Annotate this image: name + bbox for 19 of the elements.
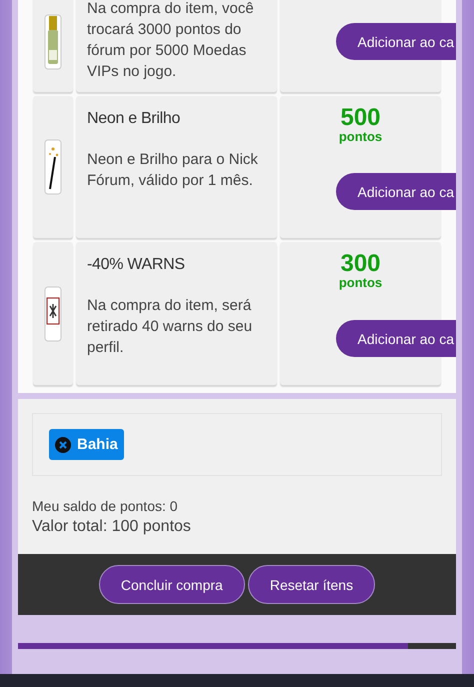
bottle-icon	[44, 14, 62, 70]
item-description: Na compra do item, você trocará 3000 pontos do fórum por 5000 Moedas VIPs no jogo.	[87, 0, 255, 82]
reset-button[interactable]: Resetar ítens	[248, 565, 376, 604]
item-title: Neon e Brilho	[87, 110, 182, 128]
item-tag[interactable]: Bahia	[49, 429, 124, 460]
add-to-cart-button[interactable]: Adicionar ao ca	[336, 23, 456, 60]
add-to-cart-button[interactable]: Adicionar ao ca	[336, 320, 456, 357]
item-price: 500 pontos	[338, 107, 382, 144]
remove-icon[interactable]	[55, 436, 71, 452]
checkout-button[interactable]: Concluir compra	[98, 565, 245, 604]
item-description: Na compra do item, será retirado 40 warns do seu perfil.	[87, 296, 254, 358]
total-value: Valor total: 100 pontos	[32, 518, 192, 536]
item-title: -40% WARNS	[87, 256, 186, 274]
item-price: 300 pontos	[338, 253, 382, 290]
warning-sign-icon	[44, 286, 62, 342]
item-description: Neon e Brilho para o Nick Fórum, válido por 1 mês.	[87, 150, 259, 191]
add-to-cart-button[interactable]: Adicionar ao ca	[336, 173, 456, 210]
wand-icon	[44, 139, 62, 195]
points-balance: Meu saldo de pontos: 0	[32, 498, 179, 514]
